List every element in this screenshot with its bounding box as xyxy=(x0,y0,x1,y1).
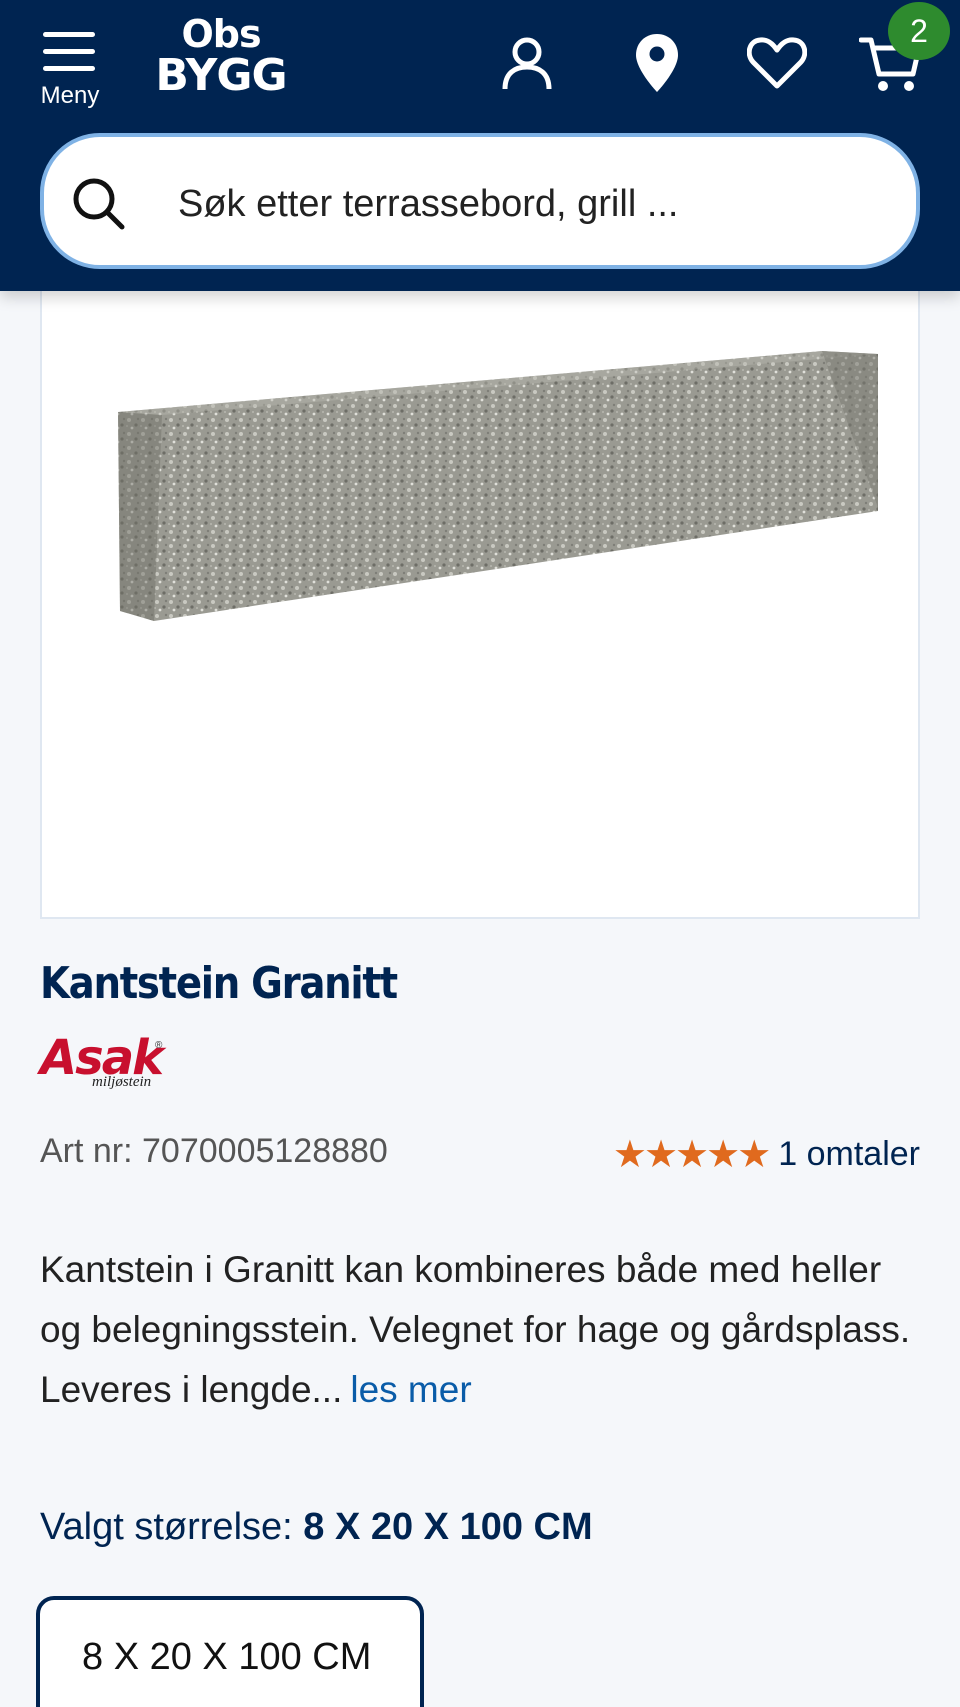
search-icon xyxy=(73,178,125,230)
review-count: 1 omtaler xyxy=(778,1135,920,1173)
account-button[interactable] xyxy=(492,28,562,98)
product-image[interactable] xyxy=(40,291,920,919)
article-number: Art nr: 7070005128880 xyxy=(40,1132,388,1170)
selected-size-label: Valgt størrelse: xyxy=(40,1506,293,1548)
menu-icon xyxy=(43,32,95,72)
wishlist-button[interactable] xyxy=(742,28,812,98)
brand-subtitle: miljøstein xyxy=(92,1074,152,1090)
star-rating-icon: ★★★★★ xyxy=(612,1134,771,1176)
brand-registered-mark: ® xyxy=(155,1040,163,1051)
obs-bygg-logo[interactable]: Obs BYGG xyxy=(154,14,288,102)
brand-logo[interactable]: Asak ® miljøstein xyxy=(40,1030,170,1094)
store-locator-button[interactable] xyxy=(622,28,692,98)
account-icon xyxy=(502,37,552,90)
size-option-label: 8 X 20 X 100 CM xyxy=(82,1636,372,1678)
search-placeholder: Søk etter terrassebord, grill ... xyxy=(178,183,679,225)
description-text: Kantstein i Granitt kan kombineres både … xyxy=(40,1249,911,1410)
selected-size-value: 8 X 20 X 100 CM xyxy=(303,1506,593,1548)
heart-icon xyxy=(747,37,807,89)
logo-line1: Obs xyxy=(181,12,261,56)
search-input[interactable]: Søk etter terrassebord, grill ... xyxy=(40,133,920,269)
logo-line2: BYGG xyxy=(155,50,287,101)
product-description: Kantstein i Granitt kan kombineres både … xyxy=(40,1240,930,1420)
top-header: Meny Obs BYGG 2 Søk etter terrassebord, … xyxy=(0,0,960,291)
location-icon xyxy=(636,34,678,92)
granite-curbstone-image xyxy=(118,351,878,621)
rating-link[interactable]: ★★★★★ 1 omtaler xyxy=(613,1132,920,1177)
cart-count-badge: 2 xyxy=(888,2,950,60)
size-option-button[interactable]: 8 X 20 X 100 CM xyxy=(36,1596,424,1707)
read-more-link[interactable]: les mer xyxy=(350,1369,471,1410)
menu-label: Meny xyxy=(40,82,100,109)
product-title: Kantstein Granitt xyxy=(40,958,398,1009)
menu-button[interactable]: Meny xyxy=(34,28,106,110)
selected-size: Valgt størrelse: 8 X 20 X 100 CM xyxy=(40,1506,593,1549)
